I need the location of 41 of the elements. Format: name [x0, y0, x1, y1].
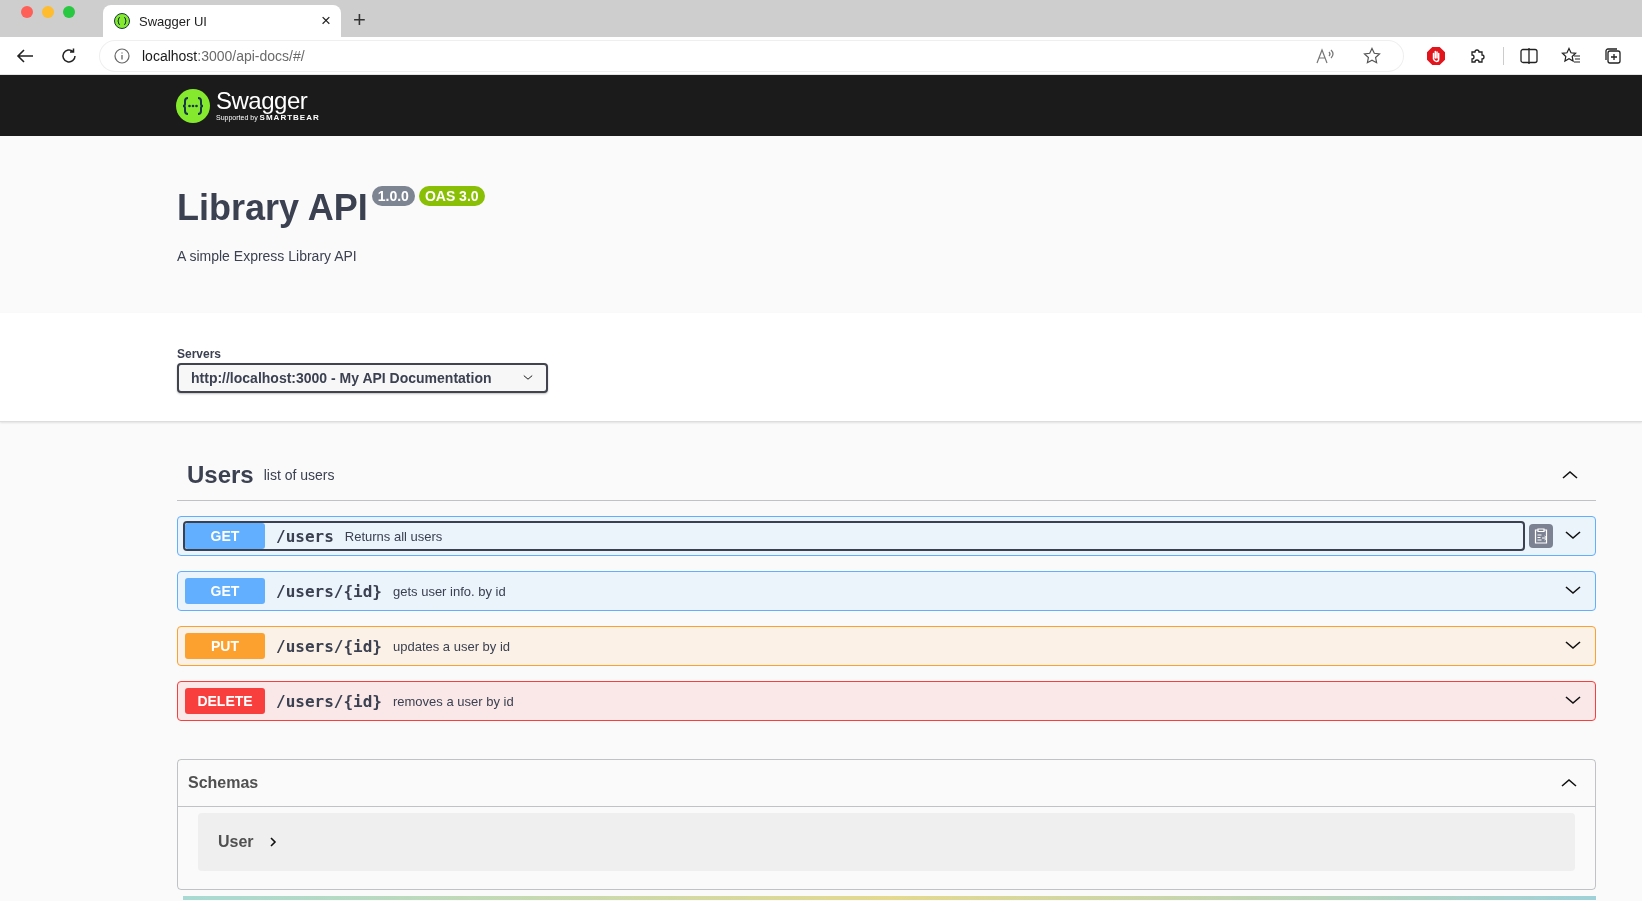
oas-badge: OAS 3.0 [418, 186, 485, 206]
tag-description: list of users [263, 467, 336, 483]
address-bar[interactable]: localhost:3000/api-docs/#/ [100, 40, 1403, 71]
endpoint-path: /users/{id} [276, 636, 382, 656]
method-badge: GET [185, 578, 265, 604]
schemas-header[interactable]: Schemas [178, 760, 1595, 807]
operation-summary[interactable]: GET /users Returns all users [183, 521, 1525, 551]
tag-header[interactable]: Users list of users [177, 450, 1596, 501]
method-badge: PUT [185, 633, 265, 659]
endpoint-summary: Returns all users [344, 528, 443, 544]
endpoint-path: /users/{id} [276, 581, 382, 601]
operation-summary[interactable]: DELETE /users/{id} removes a user by id [183, 686, 1559, 716]
operation-summary[interactable]: GET /users/{id} gets user info. by id [183, 576, 1559, 606]
endpoint-summary: updates a user by id [392, 638, 511, 654]
operation-row[interactable]: DELETE /users/{id} removes a user by id [177, 681, 1596, 721]
schema-model-row[interactable]: User [198, 813, 1575, 871]
endpoint-summary: removes a user by id [392, 693, 514, 709]
tab-close-button[interactable]: × [321, 11, 331, 31]
endpoint-path: /users/{id} [276, 691, 382, 711]
endpoint-path: /users [276, 526, 334, 546]
endpoint-summary: gets user info. by id [392, 583, 506, 599]
method-badge: DELETE [185, 688, 265, 714]
operation-summary[interactable]: PUT /users/{id} updates a user by id [183, 631, 1559, 661]
info-icon [114, 47, 130, 64]
tag-name: Users [187, 461, 254, 489]
favicon-icon [114, 13, 130, 29]
operation-row[interactable]: PUT /users/{id} updates a user by id [177, 626, 1596, 666]
copy-clipboard-icon[interactable] [1529, 524, 1553, 548]
schemas-title: Schemas [188, 774, 259, 792]
operation-row[interactable]: GET /users Returns all users [177, 516, 1596, 556]
api-description: A simple Express Library API [177, 248, 358, 264]
method-badge: GET [185, 523, 265, 549]
schema-name: User [218, 833, 254, 851]
browser-tab[interactable]: Swagger UI × [103, 5, 341, 37]
new-tab-button[interactable]: + [353, 7, 366, 33]
servers-label: Servers [177, 347, 223, 361]
servers-dropdown[interactable]: http://localhost:3000 - My API Documentation [177, 363, 548, 393]
version-badge: 1.0.0 [371, 186, 415, 206]
operation-row[interactable]: GET /users/{id} gets user info. by id [177, 571, 1596, 611]
swagger-logo-icon [176, 88, 210, 123]
api-title: Library API [177, 186, 368, 230]
